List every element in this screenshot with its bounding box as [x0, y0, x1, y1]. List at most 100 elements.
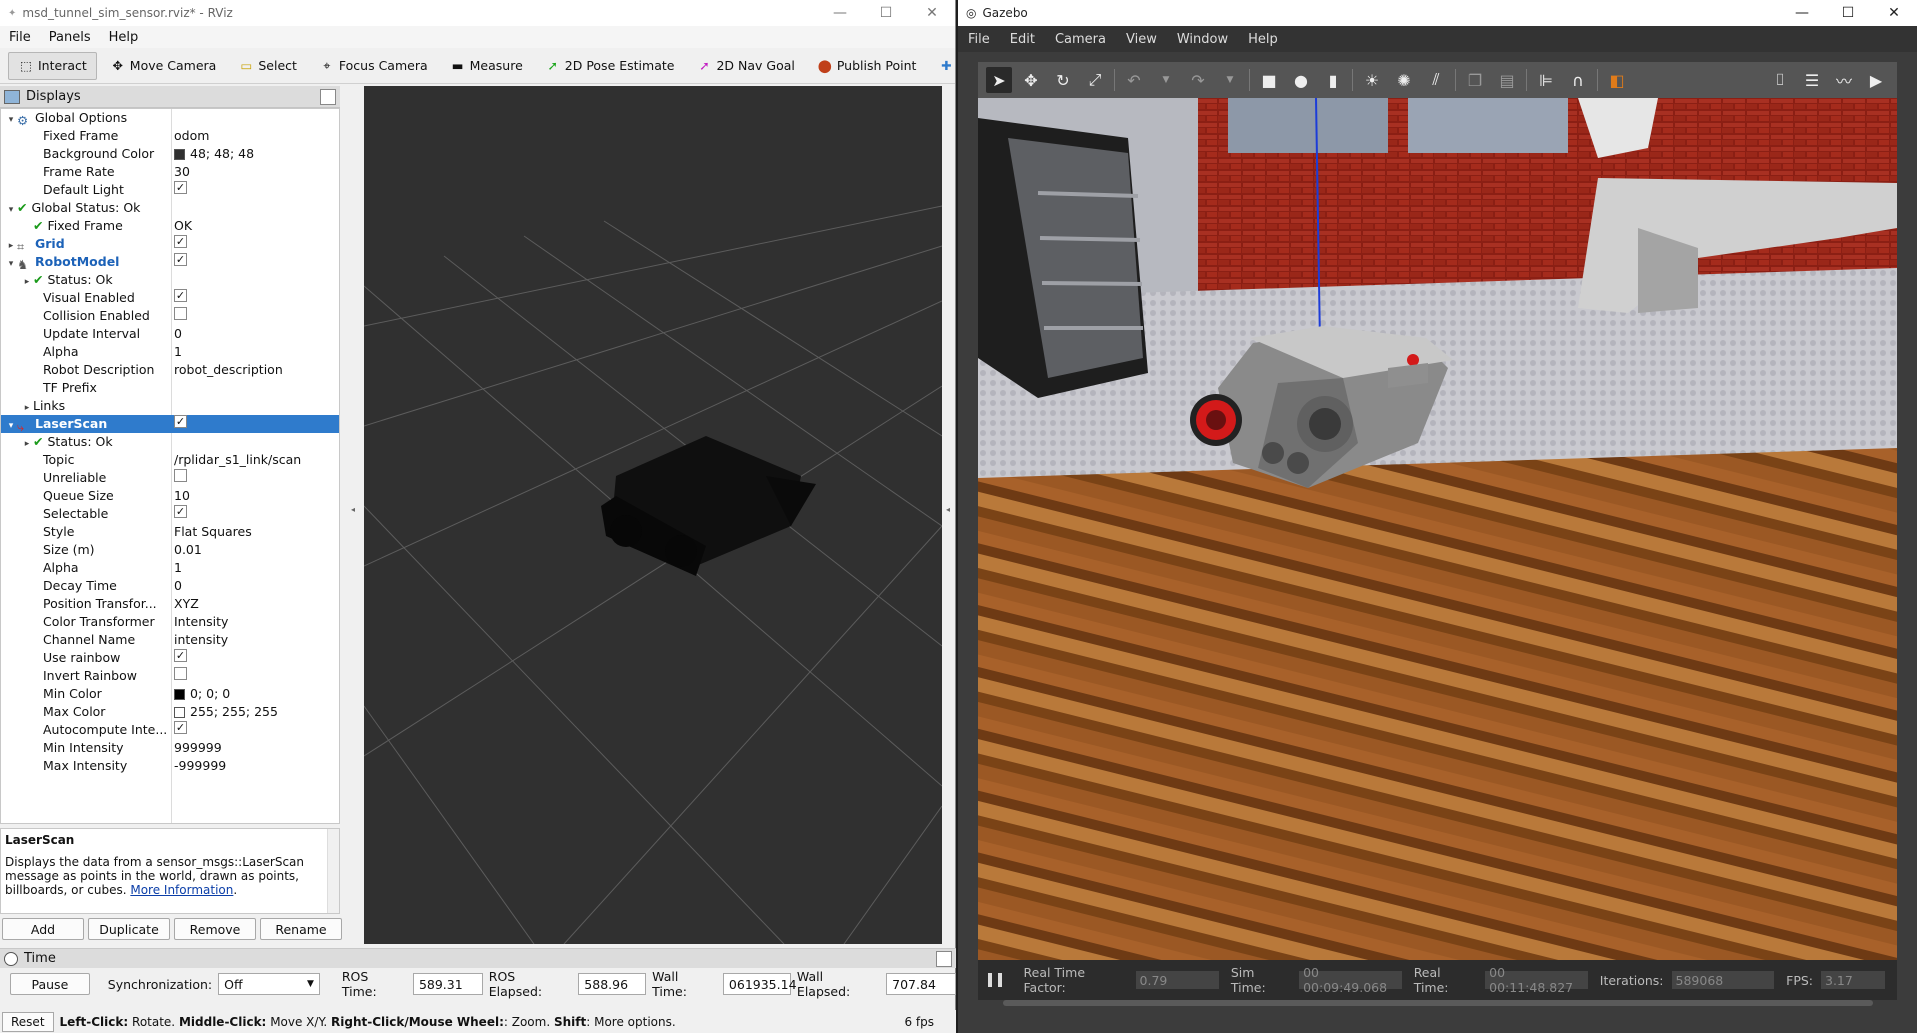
- tree-row-value[interactable]: intensity: [174, 631, 339, 649]
- tree-row-value[interactable]: 0: [174, 577, 339, 595]
- spot-light-icon[interactable]: ✺: [1391, 67, 1417, 93]
- tree-row-value[interactable]: 1: [174, 559, 339, 577]
- tree-row[interactable]: Style Flat Squares: [1, 523, 339, 541]
- tool-publish-point[interactable]: ⬤ Publish Point: [808, 52, 926, 80]
- change-view-icon[interactable]: ◧: [1604, 67, 1630, 93]
- tree-row-value[interactable]: 48; 48; 48: [174, 145, 339, 163]
- tree-row[interactable]: Color Transformer Intensity: [1, 613, 339, 631]
- tree-row[interactable]: ▸ ✔ Status: Ok: [1, 271, 339, 289]
- tree-row-value[interactable]: OK: [174, 217, 339, 235]
- tool-2d-nav-goal[interactable]: ➚ 2D Nav Goal: [687, 52, 803, 80]
- gz-menu-window[interactable]: Window: [1167, 32, 1238, 47]
- wall-elapsed-field[interactable]: 707.84: [886, 973, 956, 995]
- sync-select[interactable]: Off ▼: [218, 973, 320, 995]
- tree-row[interactable]: ▾ ♞ RobotModel ✓: [1, 253, 339, 272]
- menu-help[interactable]: Help: [100, 30, 148, 45]
- tree-row-value[interactable]: XYZ: [174, 595, 339, 613]
- tool-select[interactable]: ▭ Select: [229, 52, 306, 80]
- tree-row[interactable]: Background Color 48; 48; 48: [1, 145, 339, 163]
- rviz-3d-viewport[interactable]: [364, 86, 942, 944]
- gazebo-horizontal-scrollbar[interactable]: [1003, 1000, 1873, 1006]
- gz-menu-view[interactable]: View: [1116, 32, 1167, 47]
- close-button[interactable]: ✕: [909, 0, 955, 26]
- tool-interact[interactable]: ⬚ Interact: [8, 51, 97, 80]
- tree-row-value[interactable]: ✓: [174, 181, 339, 194]
- tree-row-value[interactable]: [174, 469, 339, 482]
- tree-row-value[interactable]: 10: [174, 487, 339, 505]
- gazebo-close-button[interactable]: ✕: [1871, 0, 1917, 26]
- menu-file[interactable]: File: [0, 30, 40, 45]
- tree-row-value[interactable]: -999999: [174, 757, 339, 775]
- tree-row[interactable]: Alpha 1: [1, 343, 339, 361]
- tree-row[interactable]: Alpha 1: [1, 559, 339, 577]
- wall-time-field[interactable]: 061935.14: [722, 973, 797, 995]
- tree-row[interactable]: ▸ Links: [1, 397, 339, 415]
- tree-row[interactable]: Collision Enabled: [1, 307, 339, 325]
- snap-icon[interactable]: ∩: [1565, 67, 1591, 93]
- tree-row-value[interactable]: 255; 255; 255: [174, 703, 339, 721]
- tree-row-value[interactable]: ✓: [174, 289, 339, 302]
- checkbox-checked[interactable]: ✓: [174, 505, 187, 518]
- tree-row-value[interactable]: ✓: [174, 253, 339, 266]
- left-splitter-handle[interactable]: ◂: [351, 505, 357, 514]
- redo-icon[interactable]: ↷: [1185, 67, 1211, 93]
- tree-row[interactable]: Min Intensity 999999: [1, 739, 339, 757]
- checkbox-checked[interactable]: ✓: [174, 181, 187, 194]
- tree-row-value[interactable]: 30: [174, 163, 339, 181]
- tool-2d-pose-estimate[interactable]: ➚ 2D Pose Estimate: [536, 52, 684, 80]
- reset-button[interactable]: Reset: [2, 1011, 54, 1032]
- tool-focus-camera[interactable]: ⌖ Focus Camera: [310, 52, 437, 80]
- gz-menu-edit[interactable]: Edit: [1000, 32, 1045, 47]
- tree-row-value[interactable]: ✓: [174, 235, 339, 248]
- box-shape-icon[interactable]: ■: [1256, 67, 1282, 93]
- minimize-button[interactable]: —: [817, 0, 863, 26]
- tree-row[interactable]: Update Interval 0: [1, 325, 339, 343]
- plot-icon[interactable]: 〰: [1831, 67, 1857, 93]
- tree-row[interactable]: Queue Size 10: [1, 487, 339, 505]
- tree-row[interactable]: Visual Enabled ✓: [1, 289, 339, 307]
- select-mode-icon[interactable]: ➤: [986, 67, 1012, 93]
- color-swatch[interactable]: [174, 688, 185, 700]
- tree-row-value[interactable]: 0; 0; 0: [174, 685, 339, 703]
- gz-menu-file[interactable]: File: [958, 32, 1000, 47]
- color-swatch[interactable]: [174, 148, 185, 160]
- tree-row-value[interactable]: [174, 667, 339, 680]
- tree-row[interactable]: Topic/rplidar_s1_link/scan: [1, 451, 339, 469]
- tree-row-value[interactable]: /rplidar_s1_link/scan: [174, 451, 339, 469]
- add-button[interactable]: Add: [2, 918, 84, 940]
- log-icon[interactable]: ☰: [1799, 67, 1825, 93]
- tree-row[interactable]: Min Color 0; 0; 0: [1, 685, 339, 703]
- tree-row[interactable]: Fixed Frame odom: [1, 127, 339, 145]
- tree-row[interactable]: Decay Time 0: [1, 577, 339, 595]
- translate-mode-icon[interactable]: ✥: [1018, 67, 1044, 93]
- tree-row[interactable]: Default Light ✓: [1, 181, 339, 199]
- tree-row[interactable]: ▸ ⌗ Grid ✓: [1, 235, 339, 254]
- tree-row-value[interactable]: ✓: [174, 721, 339, 734]
- tree-row-value[interactable]: robot_description: [174, 361, 339, 379]
- tree-row-value[interactable]: ✓: [174, 415, 339, 428]
- menu-panels[interactable]: Panels: [40, 30, 100, 45]
- tree-row-value[interactable]: 0.01: [174, 541, 339, 559]
- paste-icon[interactable]: ▤: [1494, 67, 1520, 93]
- tree-row[interactable]: ▾ ✔ Global Status: Ok: [1, 199, 339, 217]
- panel-float-button[interactable]: [320, 88, 336, 105]
- time-panel-float-button[interactable]: [936, 950, 952, 967]
- pause-icon[interactable]: [988, 973, 1002, 987]
- tree-row[interactable]: ▾ ⤷ LaserScan ✓: [1, 415, 339, 434]
- redo-history-icon[interactable]: ▼: [1217, 67, 1243, 93]
- tree-row-value[interactable]: Intensity: [174, 613, 339, 631]
- tree-row[interactable]: Robot Description robot_description: [1, 361, 339, 379]
- maximize-button[interactable]: ☐: [863, 0, 909, 26]
- align-icon[interactable]: ⊫: [1533, 67, 1559, 93]
- checkbox-unchecked[interactable]: [174, 667, 187, 680]
- tree-row-value[interactable]: 0: [174, 325, 339, 343]
- checkbox-checked[interactable]: ✓: [174, 289, 187, 302]
- undo-icon[interactable]: ↶: [1121, 67, 1147, 93]
- rename-button[interactable]: Rename: [260, 918, 342, 940]
- gazebo-maximize-button[interactable]: ☐: [1825, 0, 1871, 26]
- ros-elapsed-field[interactable]: 588.96: [578, 973, 647, 995]
- right-splitter-handle[interactable]: ◂: [946, 505, 952, 514]
- remove-button[interactable]: Remove: [174, 918, 256, 940]
- pause-button[interactable]: Pause: [10, 973, 90, 995]
- tree-row-value[interactable]: Flat Squares: [174, 523, 339, 541]
